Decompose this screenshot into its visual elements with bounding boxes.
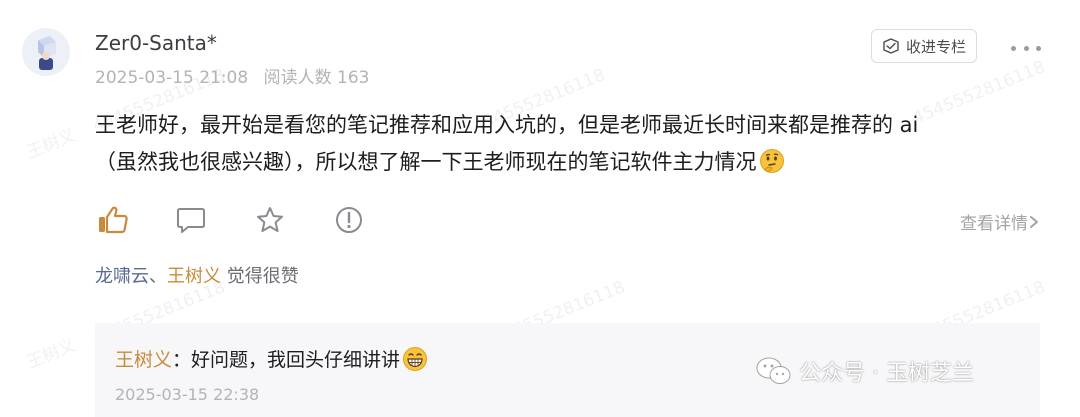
- dot-icon: [1023, 45, 1029, 51]
- view-detail-link[interactable]: 查看详情: [960, 209, 1040, 234]
- reply-date: 2025-03-15 22:38: [115, 385, 260, 404]
- comment-card: 王树义 4545552816118 4545552816118 45455528…: [0, 0, 1080, 417]
- collect-to-column-button[interactable]: 收进专栏: [871, 29, 977, 63]
- like-button[interactable]: [95, 202, 131, 238]
- liker-name[interactable]: 王树义: [167, 266, 221, 287]
- comment-icon: [177, 208, 205, 233]
- liker-name[interactable]: 龙啸云: [95, 266, 149, 287]
- comment-line: （虽然我也很感兴趣），所以想了解一下王老师现在的笔记软件主力情况: [95, 150, 757, 174]
- grin-emoji-icon: [403, 347, 428, 371]
- comment-meta: 2025-03-15 21:08 阅读人数 163: [95, 63, 369, 88]
- like-icon: [99, 206, 128, 234]
- username[interactable]: Zer0-Santa*: [95, 31, 217, 55]
- report-button[interactable]: [331, 202, 367, 238]
- comment-body: 王老师好，最开始是看您的笔记推荐和应用入坑的，但是老师最近长时间来都是推荐的 a…: [95, 107, 1055, 181]
- official-account-label: 公众号 · 玉树芝兰: [799, 361, 974, 386]
- liked-by: 龙啸云、王树义 觉得很赞: [95, 262, 299, 288]
- favorite-button[interactable]: [252, 202, 288, 238]
- comment-line: 王老师好，最开始是看您的笔记推荐和应用入坑的，但是老师最近长时间来都是推荐的 a…: [95, 113, 919, 137]
- watermark-name: 王树义: [23, 125, 79, 164]
- reply: 王树义：好问题，我回头仔细讲讲: [115, 345, 428, 372]
- reply-content: 好问题，我回头仔细讲讲: [191, 349, 401, 371]
- action-bar: 查看详情: [95, 202, 1040, 242]
- thinking-emoji-icon: [759, 149, 784, 173]
- wechat-logo-icon: [756, 357, 791, 384]
- collect-label: 收进专栏: [905, 37, 966, 56]
- watermark-name: 王树义: [23, 335, 79, 374]
- avatar-cube-icon: [22, 28, 70, 76]
- view-detail-label: 查看详情: [960, 214, 1028, 234]
- star-icon: [257, 207, 283, 232]
- avatar[interactable]: [22, 28, 70, 76]
- chevron-right-icon: [1030, 215, 1038, 228]
- reader-count: 阅读人数 163: [263, 68, 370, 88]
- official-account-watermark: 公众号 · 玉树芝兰: [755, 355, 974, 387]
- reply-author[interactable]: 王树义: [115, 349, 172, 371]
- liked-suffix: 觉得很赞: [221, 266, 299, 287]
- reply-colon: ：: [172, 349, 192, 371]
- more-options-button[interactable]: [1011, 36, 1041, 60]
- liker-separator: 、: [149, 266, 167, 287]
- comment-line-wrap: （虽然我也很感兴趣），所以想了解一下王老师现在的笔记软件主力情况: [95, 144, 1055, 181]
- comment-date: 2025-03-15 21:08: [95, 68, 249, 88]
- report-icon: [336, 207, 362, 233]
- dot-icon: [1036, 45, 1041, 51]
- collect-icon: [883, 38, 899, 54]
- comment-button[interactable]: [173, 202, 209, 238]
- dot-icon: [1011, 45, 1016, 51]
